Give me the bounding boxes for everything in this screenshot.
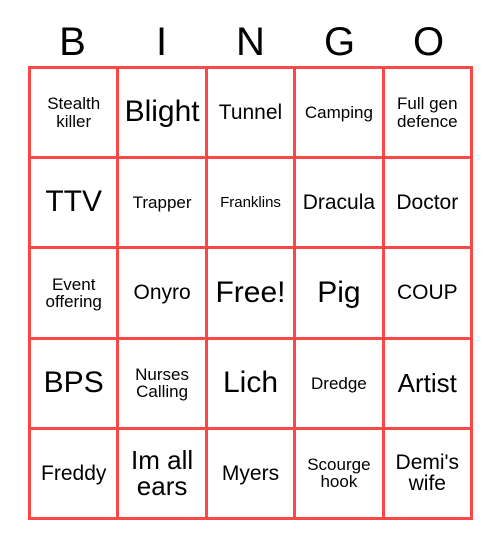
bingo-header-letter-g: G <box>323 20 356 64</box>
bingo-cell-label: Dredge <box>311 373 367 393</box>
bingo-cell[interactable]: Scourge hook <box>296 429 385 520</box>
bingo-cell-label: Dracula <box>302 191 376 215</box>
bingo-cell-label: Trapper <box>132 193 192 213</box>
bingo-cell[interactable]: Blight <box>119 69 208 160</box>
bingo-cell-label: Doctor <box>396 191 459 215</box>
bingo-cell-label: Onyro <box>133 281 191 305</box>
bingo-header-letter-i: I <box>155 20 168 64</box>
bingo-grid: Stealth killer Blight Tunnel Camping Full ge… <box>28 66 473 520</box>
bingo-card: B I N G O Stealth killer Blight Tunnel Camp… <box>0 0 501 544</box>
bingo-cell[interactable]: Tunnel <box>207 69 297 160</box>
bingo-header-letter-o: O <box>412 20 445 64</box>
bingo-cell-label: Nurses Calling <box>135 364 190 402</box>
bingo-cell[interactable]: Free! <box>207 249 297 340</box>
bingo-cell-label: Event offering <box>45 274 102 311</box>
bingo-cell[interactable]: Camping <box>296 69 385 160</box>
bingo-cell-label: COUP <box>396 281 458 305</box>
bingo-cell-label: Free! <box>215 275 286 309</box>
bingo-cell-label: Lich <box>222 365 279 399</box>
bingo-cell[interactable]: Stealth killer <box>31 69 120 160</box>
bingo-cell[interactable]: Pig <box>296 249 385 340</box>
bingo-cell[interactable]: Artist <box>384 339 473 430</box>
bingo-cell-label: Franklins <box>220 194 281 212</box>
bingo-header-letter-b: B <box>59 20 86 64</box>
bingo-cell[interactable]: Franklins <box>207 159 297 250</box>
bingo-cell-label: Stealth killer <box>47 94 101 131</box>
bingo-cell-label: Blight <box>124 95 200 129</box>
bingo-cell[interactable]: Event offering <box>31 249 120 340</box>
bingo-cell-label: Im all ears <box>131 444 194 502</box>
bingo-cell[interactable]: Dredge <box>296 339 385 430</box>
bingo-cell-label: Demi's wife <box>395 450 460 496</box>
bingo-cell[interactable]: Doctor <box>384 159 473 250</box>
bingo-header-row: B I N G O <box>28 18 473 66</box>
bingo-cell[interactable]: Im all ears <box>119 429 208 520</box>
bingo-cell-label: Pig <box>317 275 361 309</box>
bingo-cell-label: Scourge hook <box>307 455 371 492</box>
bingo-cell-label: Myers <box>221 461 280 485</box>
bingo-cell-label: TTV <box>45 185 103 219</box>
bingo-cell[interactable]: Freddy <box>31 429 120 520</box>
bingo-header-letter-n: N <box>236 20 265 64</box>
bingo-cell[interactable]: Onyro <box>119 249 208 340</box>
bingo-cell[interactable]: Demi's wife <box>384 429 473 520</box>
bingo-cell[interactable]: Lich <box>207 339 297 430</box>
bingo-cell[interactable]: BPS <box>31 339 120 430</box>
bingo-cell-label: BPS <box>43 365 104 399</box>
bingo-cell[interactable]: Nurses Calling <box>119 339 208 430</box>
bingo-cell[interactable]: Myers <box>207 429 297 520</box>
bingo-cell-label: Camping <box>304 102 373 122</box>
bingo-cell[interactable]: Full gen defence <box>384 69 473 160</box>
bingo-cell-label: Artist <box>397 367 457 398</box>
bingo-cell-label: Tunnel <box>218 100 283 124</box>
bingo-cell[interactable]: TTV <box>31 159 120 250</box>
bingo-cell[interactable]: COUP <box>384 249 473 340</box>
bingo-cell[interactable]: Dracula <box>296 159 385 250</box>
bingo-cell[interactable]: Trapper <box>119 159 208 250</box>
bingo-cell-label: Full gen defence <box>397 94 458 131</box>
bingo-cell-label: Freddy <box>41 461 107 485</box>
